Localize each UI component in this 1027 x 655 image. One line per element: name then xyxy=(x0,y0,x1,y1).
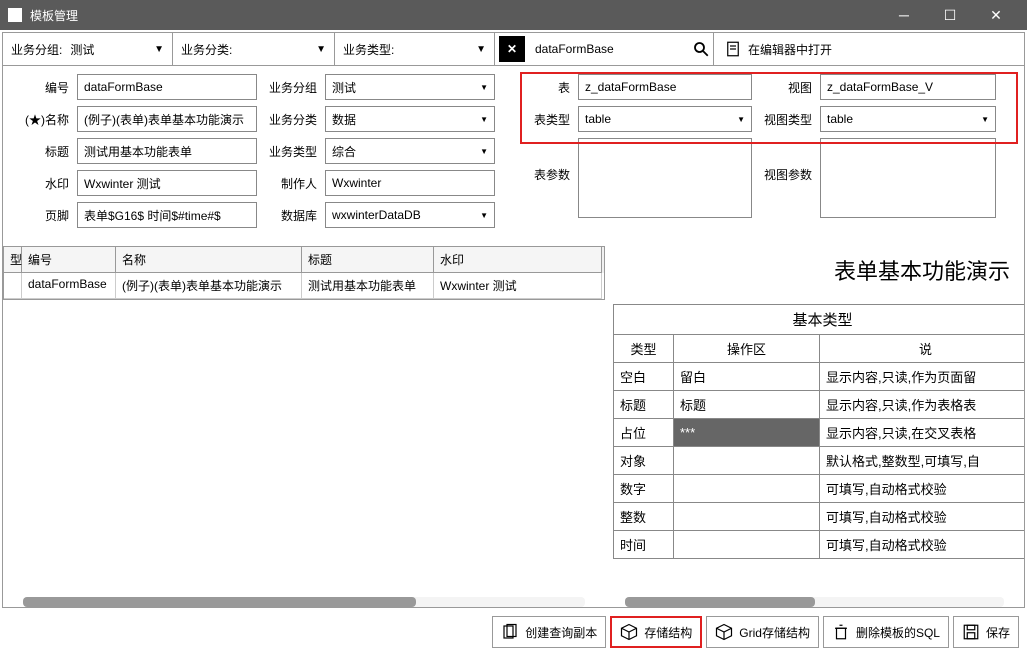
h-scrollbar-left[interactable] xyxy=(23,597,585,607)
col-header-id[interactable]: 编号 xyxy=(22,247,116,273)
preview-row: 占位***显示内容,只读,在交叉表格 xyxy=(614,419,1025,447)
wm-label: 水印 xyxy=(13,175,73,192)
pv-col-op: 操作区 xyxy=(674,335,820,363)
type-label: 业务类型 xyxy=(261,143,321,160)
vparam-label: 视图参数 xyxy=(756,138,816,183)
template-grid[interactable]: 型 编号 名称 标题 水印 dataFormBase(例子)(表单)表单基本功能… xyxy=(3,246,605,300)
search-input[interactable] xyxy=(529,35,689,63)
preview-title: 表单基本功能演示 xyxy=(605,246,1024,294)
close-button[interactable]: ✕ xyxy=(973,0,1019,30)
ttype-select[interactable]: table▼ xyxy=(578,106,752,132)
cube-icon xyxy=(715,623,733,641)
author-field[interactable]: Wxwinter xyxy=(325,170,495,196)
vtype-label: 视图类型 xyxy=(756,111,816,128)
open-in-editor-button[interactable]: 在编辑器中打开 xyxy=(714,40,842,58)
view-label: 视图 xyxy=(756,79,816,96)
pv-col-desc: 说 xyxy=(820,335,1025,363)
chevron-down-icon: ▼ xyxy=(737,115,745,124)
filter-type-select[interactable]: ▼ xyxy=(398,37,490,61)
preview-table: 基本类型 类型 操作区 说 空白留白显示内容,只读,作为页面留标题标题显示内容,… xyxy=(613,304,1024,559)
minimize-button[interactable]: ─ xyxy=(881,0,927,30)
preview-row: 时间可填写,自动格式校验 xyxy=(614,531,1025,559)
grp-select[interactable]: 测试▼ xyxy=(325,74,495,100)
chevron-down-icon: ▼ xyxy=(480,83,488,92)
chevron-down-icon: ▼ xyxy=(480,115,488,124)
vtype-select[interactable]: table▼ xyxy=(820,106,996,132)
cat-select[interactable]: 数据▼ xyxy=(325,106,495,132)
filter-category-select[interactable]: ▼ xyxy=(236,37,330,61)
chevron-down-icon: ▼ xyxy=(480,211,488,220)
preview-row: 空白留白显示内容,只读,作为页面留 xyxy=(614,363,1025,391)
table-field[interactable]: z_dataFormBase xyxy=(578,74,752,100)
col-header-name[interactable]: 名称 xyxy=(116,247,302,273)
view-field[interactable]: z_dataFormBase_V xyxy=(820,74,996,100)
app-icon xyxy=(8,8,22,22)
title-label: 标题 xyxy=(13,143,73,160)
chevron-down-icon: ▼ xyxy=(981,115,989,124)
open-editor-label: 在编辑器中打开 xyxy=(748,41,832,58)
save-button[interactable]: 保存 xyxy=(953,616,1019,648)
preview-row: 对象默认格式,整数型,可填写,自 xyxy=(614,447,1025,475)
cat-label: 业务分类 xyxy=(261,111,321,128)
type-select[interactable]: 综合▼ xyxy=(325,138,495,164)
id-field[interactable]: dataFormBase xyxy=(77,74,257,100)
preview-row: 数字可填写,自动格式校验 xyxy=(614,475,1025,503)
trash-icon xyxy=(832,623,850,641)
chevron-down-icon: ▼ xyxy=(316,44,326,55)
tparam-textarea[interactable] xyxy=(578,138,752,218)
pv-col-type: 类型 xyxy=(614,335,674,363)
clear-filter-button[interactable]: ✕ xyxy=(499,36,525,62)
chevron-down-icon: ▼ xyxy=(154,44,164,55)
window-title: 模板管理 xyxy=(30,7,881,24)
id-label: 编号 xyxy=(13,79,73,96)
name-field[interactable]: (例子)(表单)表单基本功能演示 xyxy=(77,106,257,132)
chevron-down-icon: ▼ xyxy=(476,44,486,55)
col-header-wm[interactable]: 水印 xyxy=(434,247,602,273)
save-icon xyxy=(962,623,980,641)
wm-field[interactable]: Wxwinter 测试 xyxy=(77,170,257,196)
ttype-label: 表类型 xyxy=(524,111,574,128)
filter-type-label: 业务类型: xyxy=(339,41,398,58)
storage-button[interactable]: 存储结构 xyxy=(610,616,702,648)
document-icon xyxy=(724,40,742,58)
delete-sql-button[interactable]: 删除模板的SQL xyxy=(823,616,949,648)
vparam-textarea[interactable] xyxy=(820,138,996,218)
copy-icon xyxy=(501,623,519,641)
cube-icon xyxy=(620,623,638,641)
h-scrollbar-right[interactable] xyxy=(625,597,1004,607)
grid-storage-button[interactable]: Grid存储结构 xyxy=(706,616,819,648)
col-header-type[interactable]: 型 xyxy=(4,247,22,273)
filter-group-label: 业务分组: xyxy=(7,41,66,58)
footer-field[interactable]: 表单$G16$ 时间$#time#$ xyxy=(77,202,257,228)
tparam-label: 表参数 xyxy=(524,138,574,183)
search-icon[interactable] xyxy=(689,37,713,61)
preview-row: 整数可填写,自动格式校验 xyxy=(614,503,1025,531)
name-label: (★)名称 xyxy=(13,111,73,128)
create-copy-button[interactable]: 创建查询副本 xyxy=(492,616,606,648)
filter-group-select[interactable]: 测试 ▼ xyxy=(66,37,168,61)
maximize-button[interactable]: ☐ xyxy=(927,0,973,30)
filter-category-label: 业务分类: xyxy=(177,41,236,58)
db-label: 数据库 xyxy=(261,207,321,224)
chevron-down-icon: ▼ xyxy=(480,147,488,156)
title-field[interactable]: 测试用基本功能表单 xyxy=(77,138,257,164)
grp-label: 业务分组 xyxy=(261,79,321,96)
db-select[interactable]: wxwinterDataDB▼ xyxy=(325,202,495,228)
table-row[interactable]: dataFormBase(例子)(表单)表单基本功能演示测试用基本功能表单Wxw… xyxy=(4,273,604,299)
preview-row: 标题标题显示内容,只读,作为表格表 xyxy=(614,391,1025,419)
footer-label: 页脚 xyxy=(13,207,73,224)
col-header-title[interactable]: 标题 xyxy=(302,247,434,273)
table-label: 表 xyxy=(524,79,574,96)
author-label: 制作人 xyxy=(261,175,321,192)
preview-subhead: 基本类型 xyxy=(614,305,1025,335)
